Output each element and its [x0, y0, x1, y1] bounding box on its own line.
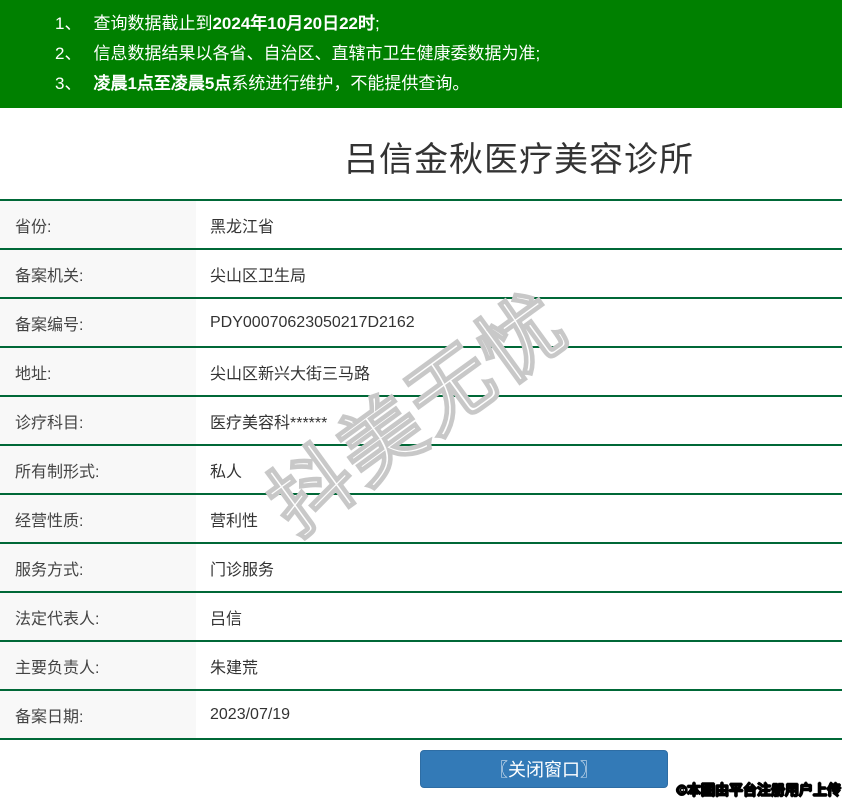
- notice-line-3: 3、 凌晨1点至凌晨5点系统进行维护，不能提供查询。: [55, 69, 822, 99]
- table-row: 地址: 尖山区新兴大街三马路: [0, 348, 842, 397]
- close-window-button[interactable]: 〖关闭窗口〗: [420, 750, 668, 788]
- row-label: 备案日期:: [0, 691, 196, 738]
- notice-banner: 1、 查询数据截止到2024年10月20日22时; 2、 信息数据结果以各省、自治区…: [0, 0, 842, 108]
- table-row: 备案日期: 2023/07/19: [0, 691, 842, 740]
- notice-line-number: 3、: [55, 74, 82, 93]
- table-row: 备案编号: PDY00070623050217D2162: [0, 299, 842, 348]
- row-label: 所有制形式:: [0, 446, 196, 493]
- row-label: 地址:: [0, 348, 196, 395]
- row-label: 备案机关:: [0, 250, 196, 297]
- table-row: 省份: 黑龙江省: [0, 201, 842, 250]
- row-label: 备案编号:: [0, 299, 196, 346]
- notice-text: 查询数据截止到: [93, 14, 213, 33]
- row-value: 黑龙江省: [210, 218, 275, 236]
- notice-line-number: 1、: [55, 14, 82, 33]
- table-row: 诊疗科目: 医疗美容科******: [0, 397, 842, 446]
- table-row: 备案机关: 尖山区卫生局: [0, 250, 842, 299]
- row-label: 主要负责人:: [0, 642, 196, 689]
- notice-text: ;: [375, 14, 380, 33]
- row-value: 尖山区新兴大街三马路: [210, 365, 371, 383]
- table-row: 经营性质: 营利性: [0, 495, 842, 544]
- title-row: 吕信金秋医疗美容诊所: [196, 108, 842, 199]
- page-title: 吕信金秋医疗美容诊所: [344, 141, 694, 179]
- footer: 〖关闭窗口〗 ©本图由平台注册用户上传: [0, 750, 842, 804]
- notice-text: 系统进行维护，不能提供查询。: [231, 74, 470, 93]
- row-value: 医疗美容科******: [210, 414, 328, 432]
- row-value: 尖山区卫生局: [210, 267, 307, 285]
- table-row: 所有制形式: 私人: [0, 446, 842, 495]
- row-label: 经营性质:: [0, 495, 196, 542]
- notice-line-1: 1、 查询数据截止到2024年10月20日22时;: [55, 9, 822, 39]
- row-value: 私人: [210, 463, 243, 481]
- row-value: 吕信: [210, 610, 243, 628]
- row-value: 朱建荒: [210, 659, 259, 677]
- table-row: 法定代表人: 吕信: [0, 593, 842, 642]
- row-label: 省份:: [0, 201, 196, 248]
- row-value: 2023/07/19: [210, 705, 291, 723]
- record-table: 省份: 黑龙江省 备案机关: 尖山区卫生局 备案编号: PDY000706230…: [0, 199, 842, 740]
- row-label: 服务方式:: [0, 544, 196, 591]
- notice-text-bold: 凌晨1点至凌晨5点: [93, 74, 232, 93]
- notice-text: 信息数据结果以各省、自治区、直辖市卫生健康委数据为准;: [93, 44, 541, 63]
- row-label: 法定代表人:: [0, 593, 196, 640]
- notice-line-2: 2、 信息数据结果以各省、自治区、直辖市卫生健康委数据为准;: [55, 39, 822, 69]
- row-value: PDY00070623050217D2162: [210, 313, 415, 331]
- notice-line-number: 2、: [55, 44, 82, 63]
- attribution-watermark-text: ©本图由平台注册用户上传: [676, 782, 841, 799]
- notice-text-bold: 2024年10月20日22时: [212, 14, 376, 33]
- table-row: 主要负责人: 朱建荒: [0, 642, 842, 691]
- row-value: 门诊服务: [210, 561, 275, 579]
- table-row: 服务方式: 门诊服务: [0, 544, 842, 593]
- row-value: 营利性: [210, 512, 259, 530]
- row-label: 诊疗科目:: [0, 397, 196, 444]
